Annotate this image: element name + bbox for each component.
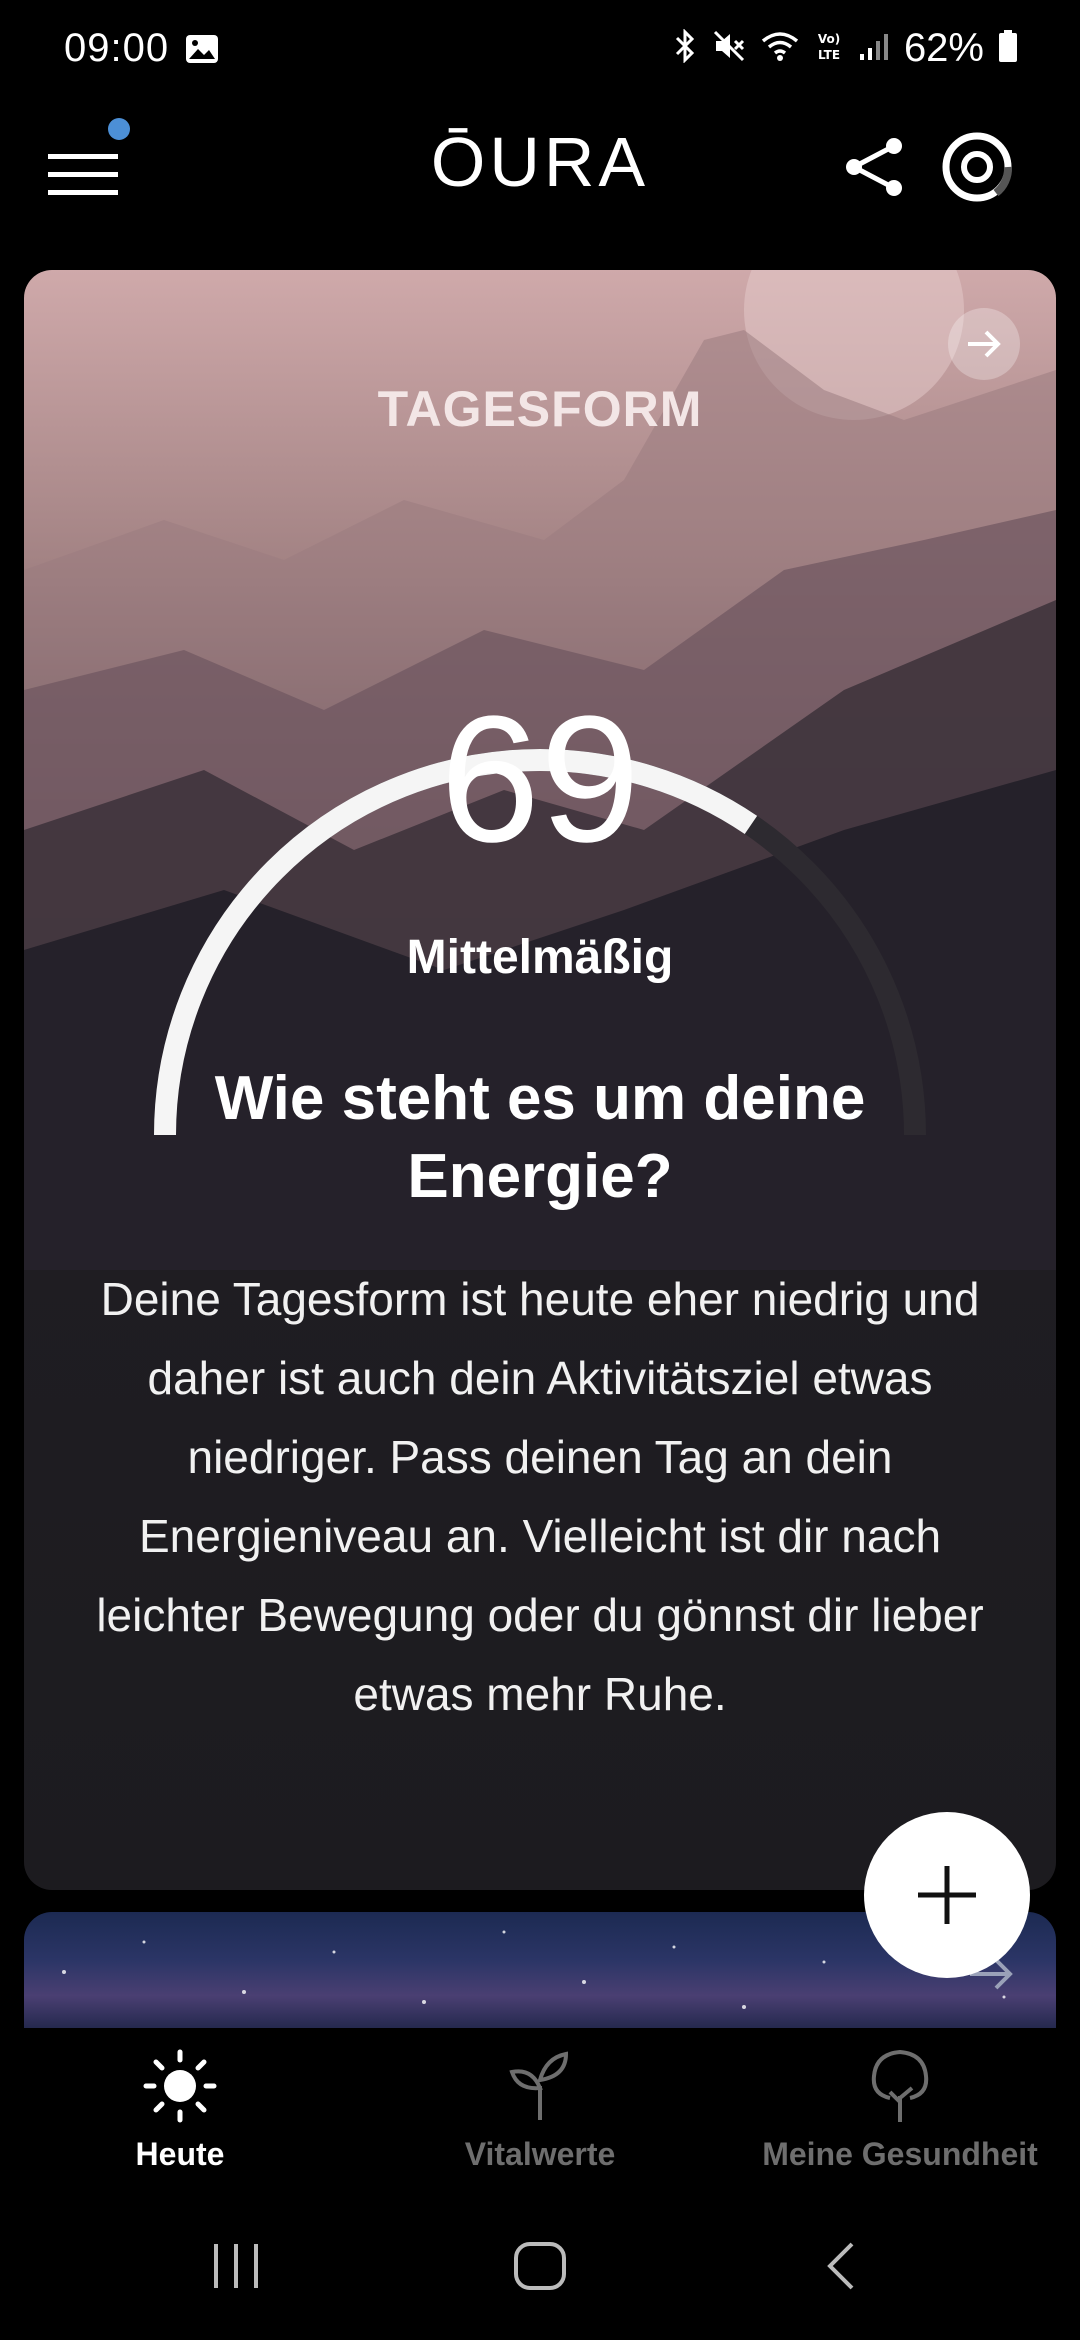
image-icon [185,34,219,69]
nav-label: Heute [135,2136,225,2172]
ring-icon [942,132,1013,202]
svg-text:Vo): Vo) [818,32,840,46]
card-headline: Wie steht es um deine Energie? [214,1064,866,1211]
back-icon[interactable] [820,2238,860,2299]
status-time: 09:00 [64,26,170,70]
nav-label: Meine Gesundheit [762,2136,1038,2172]
volte-icon: Vo) LTE [814,29,844,68]
battery-icon [998,29,1018,68]
card-open-button[interactable] [948,308,1020,380]
bottom-nav: Heute Vitalwerte Meine Gesundheit [0,2028,1080,2188]
mute-icon [712,29,746,68]
svg-text:LTE: LTE [818,48,840,62]
add-button[interactable] [864,1812,1030,1978]
system-nav-bar [0,2188,1080,2340]
app-logo: ŌURA [430,123,650,201]
sprout-icon [360,2046,720,2126]
nav-label: Vitalwerte [464,2136,616,2172]
nav-item-meine-gesundheit[interactable]: Meine Gesundheit [720,2028,1080,2188]
status-icons: Vo) LTE 62% [672,26,1018,71]
score-rating: Mittelmäßig [406,931,674,984]
status-bar: 09:00 Vo) LTE 62% [0,0,1080,105]
app-header: ŌURA [0,110,1080,230]
bluetooth-icon [672,28,698,68]
plus-icon [918,1866,976,1924]
recents-icon[interactable] [210,2238,262,2299]
signal-icon [858,30,890,67]
card-body-text: Deine Tagesform ist heute eher niedrig u… [96,1273,984,1720]
share-button[interactable] [840,132,910,207]
tree-icon [720,2046,1080,2126]
nav-item-vitalwerte[interactable]: Vitalwerte [360,2028,720,2188]
share-icon [846,138,902,196]
card-label: TAGESFORM [377,381,703,437]
home-icon[interactable] [510,2238,570,2299]
battery-percent: 62% [903,26,984,70]
sun-icon [0,2046,360,2126]
readiness-score: 69 [439,679,641,880]
nav-item-heute[interactable]: Heute [0,2028,360,2188]
readiness-card[interactable]: TAGESFORM 69 Mittelmäßig Wie steht es um… [24,270,1056,1890]
ring-button[interactable] [940,130,1014,209]
wifi-icon [760,29,800,68]
arrow-right-icon [968,330,1001,358]
